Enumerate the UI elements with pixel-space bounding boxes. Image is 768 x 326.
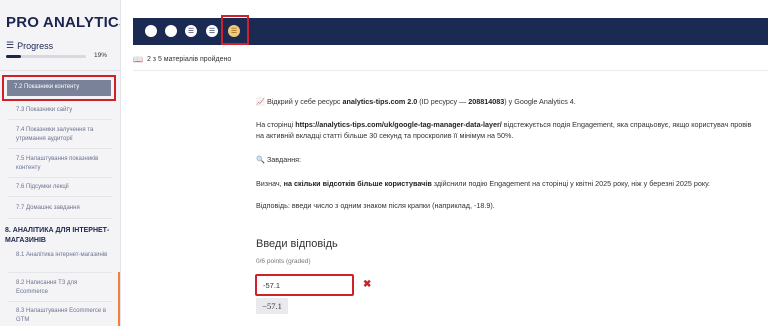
sidebar-item[interactable]: 8.3 Налаштування Ecommerce в GTM (16, 307, 108, 325)
circle-icon[interactable] (165, 25, 177, 37)
sidebar-divider (8, 119, 112, 120)
sidebar-item[interactable]: 8.1 Аналітика інтернет-магазинів (16, 251, 108, 260)
sidebar-item[interactable]: 7.7 Домашнє завдання (16, 204, 108, 213)
sidebar-section-title[interactable]: 8. АНАЛІТИКА ДЛЯ ІНТЕРНЕТ-МАГАЗИНІВ (5, 226, 115, 246)
circle-icon[interactable] (145, 25, 157, 37)
question-points: 0/6 points (graded) (256, 258, 311, 265)
sidebar-item[interactable]: 7.6 Підсумки лекції (16, 183, 108, 192)
magnifier-emoji-icon: 🔍 (256, 155, 265, 164)
completion-text: 2 з 5 матеріалів пройдено (146, 56, 232, 63)
list-check-icon[interactable]: ☰ (185, 25, 197, 37)
sidebar-divider (0, 70, 120, 71)
sidebar-divider (8, 272, 112, 273)
task-paragraph-2: На сторінці https://analytics-tips.com/u… (256, 120, 752, 140)
wrong-x-icon: ✖ (363, 279, 372, 290)
course-sidebar: PRO ANALYTICS ☰ Progress 19% 7.2 Показни… (0, 0, 121, 326)
main-content: ☰ ☰ ☰ 📖 2 з 5 матеріалів пройдено 📈 Відк… (121, 0, 768, 326)
sidebar-item[interactable]: 7.5 Налаштування показників контенту (16, 155, 108, 173)
task-answer-format: Відповідь: введи число з одним знаком пі… (256, 201, 495, 210)
task-heading: 🔍 Завдання: (256, 155, 302, 164)
task-paragraph-3: Визнач, на скільки відсотків більше кори… (256, 179, 711, 188)
progress-bar-fill (6, 55, 22, 58)
list-check-icon[interactable]: ☰ (206, 25, 218, 37)
sidebar-item[interactable]: 7.3 Показники сайту (16, 106, 108, 115)
status-divider (133, 70, 768, 71)
answer-input[interactable] (255, 274, 354, 296)
sidebar-divider (8, 218, 112, 219)
question-title: Введи відповідь (256, 238, 338, 250)
brand-title: PRO ANALYTICS (6, 14, 121, 31)
sidebar-divider (8, 196, 112, 197)
completion-status: 📖 2 з 5 матеріалів пройдено (133, 55, 231, 64)
sidebar-item-active[interactable]: 7.2 Показники контенту (7, 80, 111, 96)
task-paragraph-1: 📈 Відкрий у себе ресурс analytics-tips.c… (256, 97, 576, 106)
book-icon: 📖 (133, 55, 143, 64)
sidebar-divider (8, 148, 112, 149)
sidebar-divider (8, 301, 112, 302)
chart-emoji-icon: 📈 (256, 97, 265, 106)
sidebar-item[interactable]: 8.2 Написання ТЗ для Ecommerce (16, 279, 108, 297)
current-unit-highlight-outline (221, 15, 249, 45)
sidebar-divider (8, 177, 112, 178)
progress-header: ☰ Progress (6, 40, 53, 51)
answer-math-preview: −57.1 (256, 298, 288, 314)
progress-bar (6, 55, 86, 58)
progress-list-icon: ☰ (6, 40, 15, 50)
progress-percent: 19% (94, 52, 108, 59)
sidebar-item[interactable]: 7.4 Показники залучення та утримання ауд… (16, 126, 108, 144)
progress-label: Progress (17, 40, 54, 51)
